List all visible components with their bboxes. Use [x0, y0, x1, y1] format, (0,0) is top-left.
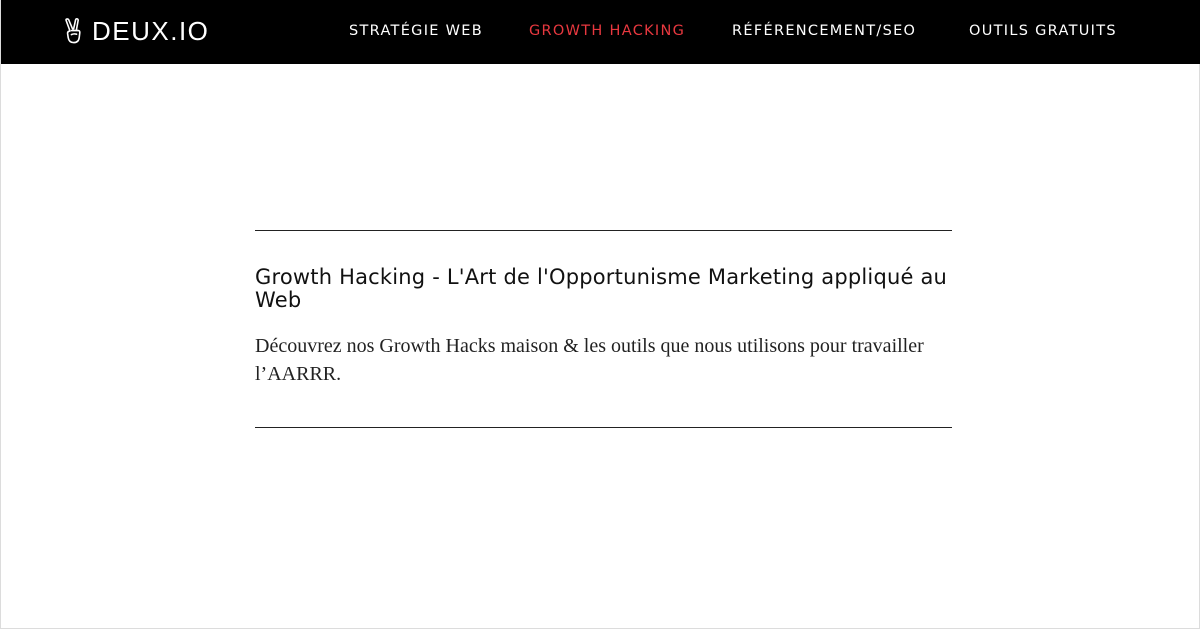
nav-item-referencement-seo[interactable]: RÉFÉRENCEMENT/SEO	[732, 20, 916, 42]
page: DEUX.IO STRATÉGIE WEB GROWTH HACKING RÉF…	[0, 0, 1200, 629]
page-subtitle: Découvrez nos Growth Hacks maison & les …	[255, 335, 924, 385]
brand-name: DEUX.IO	[92, 16, 210, 46]
nav-item-outils-gratuits[interactable]: OUTILS GRATUITS	[969, 20, 1117, 42]
bottom-divider	[255, 427, 952, 428]
nav-item-strategie-web[interactable]: STRATÉGIE WEB	[349, 20, 483, 42]
page-title: Growth Hacking - L'Art de l'Opportunisme…	[255, 265, 948, 312]
top-navbar: DEUX.IO STRATÉGIE WEB GROWTH HACKING RÉF…	[1, 0, 1200, 64]
victory-hand-icon	[63, 18, 83, 44]
top-divider	[255, 230, 952, 231]
brand-logo-link[interactable]: DEUX.IO	[63, 14, 209, 48]
nav-item-growth-hacking[interactable]: GROWTH HACKING	[529, 20, 685, 42]
